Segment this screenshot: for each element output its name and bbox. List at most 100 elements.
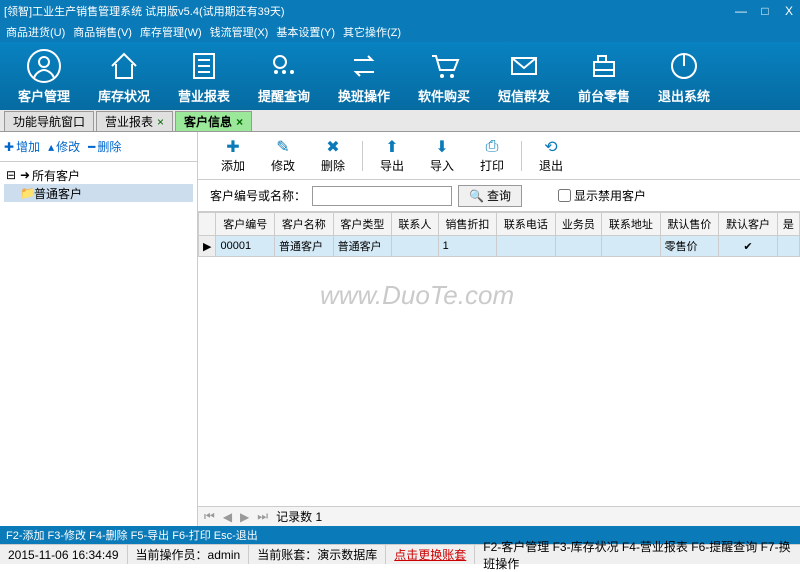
col-header-1[interactable]: 客户名称 [275,213,334,236]
nav-first-icon[interactable]: ⏮ [204,509,215,524]
swap-icon [346,48,382,84]
action-exit2[interactable]: ⟲退出 [526,137,576,174]
person-icon [26,48,62,84]
status-account: 当前账套：演示数据库 [249,545,386,564]
import-icon: ⬇ [432,137,452,157]
search-row: 客户编号或名称： 🔍查询 显示禁用客户 [198,180,800,212]
nav-next-icon[interactable]: ▶ [240,510,249,524]
action-del[interactable]: ✖删除 [308,137,358,174]
col-header-8[interactable]: 默认售价 [660,213,719,236]
tab-close-icon[interactable]: × [236,115,243,129]
window-title: [领智]工业生产销售管理系统 试用版v5.4(试用期还有39天) [4,3,285,19]
main-tool-cust-mgmt[interactable]: 客户管理 [4,48,84,105]
tab-1[interactable]: 营业报表× [96,111,173,131]
action-edit[interactable]: ✎修改 [258,137,308,174]
tab-0[interactable]: 功能导航窗口 [4,111,94,131]
window-controls: — □ X [734,4,796,18]
cell [497,236,556,257]
left-toolbar: ✚增加 ▴修改 ━删除 [0,132,197,162]
register-icon [586,48,622,84]
col-header-9[interactable]: 默认客户 [719,213,778,236]
row-indicator-header [199,213,216,236]
main-tool-pos[interactable]: 前台零售 [564,48,644,105]
table-row[interactable]: ▶00001普通客户普通客户1零售价✔ [199,236,800,257]
main-tool-sms[interactable]: 短信群发 [484,48,564,105]
search-icon: 🔍 [469,189,484,203]
minimize-button[interactable]: — [734,4,748,18]
exit2-icon: ⟲ [541,137,561,157]
folder-icon: 📁 [20,186,34,200]
col-header-10[interactable]: 是 [777,213,799,236]
action-add[interactable]: ✚添加 [208,137,258,174]
menu-item-4[interactable]: 基本设置(Y) [276,24,335,40]
status-switch-link[interactable]: 点击更换账套 [386,545,475,564]
cell [777,236,799,257]
separator [362,141,363,171]
row-indicator: ▶ [199,236,216,257]
tree-edit-button[interactable]: ▴修改 [48,138,80,155]
remind-icon [266,48,302,84]
tree-del-button[interactable]: ━删除 [88,138,121,155]
main-tool-remind[interactable]: 提醒查询 [244,48,324,105]
col-header-7[interactable]: 联系地址 [602,213,661,236]
export-icon: ⬆ [382,137,402,157]
col-header-3[interactable]: 联系人 [392,213,438,236]
tab-2[interactable]: 客户信息× [175,111,252,131]
cell: 00001 [216,236,275,257]
content-area: ✚增加 ▴修改 ━删除 ⊟➜所有客户📁普通客户 ✚添加✎修改✖删除⬆导出⬇导入⎙… [0,132,800,526]
main-tool-buy[interactable]: 软件购买 [404,48,484,105]
cell [392,236,438,257]
tab-close-icon[interactable]: × [157,115,164,129]
tree-node-1[interactable]: 📁普通客户 [4,184,193,202]
menu-item-0[interactable]: 商品进货(U) [6,24,65,40]
menu-item-2[interactable]: 库存管理(W) [140,24,202,40]
col-header-2[interactable]: 客户类型 [333,213,392,236]
edit-icon: ✎ [273,137,293,157]
action-toolbar: ✚添加✎修改✖删除⬆导出⬇导入⎙打印⟲退出 [198,132,800,180]
maximize-button[interactable]: □ [758,4,772,18]
add-icon: ✚ [223,137,243,157]
edit-icon: ▴ [48,140,54,154]
cell [555,236,601,257]
house-icon [106,48,142,84]
del-icon: ✖ [323,137,343,157]
record-count-label: 记录数 1 [276,508,322,525]
menu-item-1[interactable]: 商品销售(V) [73,24,132,40]
menu-item-5[interactable]: 其它操作(Z) [343,24,401,40]
main-tool-exit[interactable]: 退出系统 [644,48,724,105]
power-icon [666,48,702,84]
cell: 普通客户 [333,236,392,257]
cell: 1 [438,236,497,257]
col-header-5[interactable]: 联系电话 [497,213,556,236]
search-input[interactable] [312,186,452,206]
minus-icon: ━ [88,140,95,154]
close-button[interactable]: X [782,4,796,18]
main-tool-stock[interactable]: 库存状况 [84,48,164,105]
col-header-6[interactable]: 业务员 [555,213,601,236]
mail-icon [506,48,542,84]
tab-strip: 功能导航窗口营业报表×客户信息× [0,110,800,132]
cell: 零售价 [660,236,719,257]
tree-add-button[interactable]: ✚增加 [4,138,40,155]
search-label: 客户编号或名称： [210,187,306,204]
collapse-icon[interactable]: ⊟ [4,168,18,182]
show-disabled-checkbox[interactable]: 显示禁用客户 [558,187,646,204]
action-print[interactable]: ⎙打印 [467,137,517,174]
tree-node-0[interactable]: ⊟➜所有客户 [4,166,193,184]
main-toolbar: 客户管理库存状况营业报表提醒查询换班操作软件购买短信群发前台零售退出系统 [0,42,800,110]
search-button[interactable]: 🔍查询 [458,185,522,207]
left-pane: ✚增加 ▴修改 ━删除 ⊟➜所有客户📁普通客户 [0,132,198,526]
action-export[interactable]: ⬆导出 [367,137,417,174]
grid-wrapper[interactable]: 客户编号客户名称客户类型联系人销售折扣联系电话业务员联系地址默认售价默认客户是 … [198,212,800,506]
col-header-4[interactable]: 销售折扣 [438,213,497,236]
col-header-0[interactable]: 客户编号 [216,213,275,236]
menu-item-3[interactable]: 钱流管理(X) [210,24,269,40]
nav-prev-icon[interactable]: ◀ [223,510,232,524]
nav-last-icon[interactable]: ⏭ [257,509,268,524]
main-tool-shift[interactable]: 换班操作 [324,48,404,105]
action-import[interactable]: ⬇导入 [417,137,467,174]
menu-bar: 商品进货(U) 商品销售(V) 库存管理(W) 钱流管理(X) 基本设置(Y) 其它操作(… [0,22,800,42]
main-tool-biz-report[interactable]: 营业报表 [164,48,244,105]
cell: ✔ [719,236,778,257]
customer-grid: 客户编号客户名称客户类型联系人销售折扣联系电话业务员联系地址默认售价默认客户是 … [198,212,800,257]
